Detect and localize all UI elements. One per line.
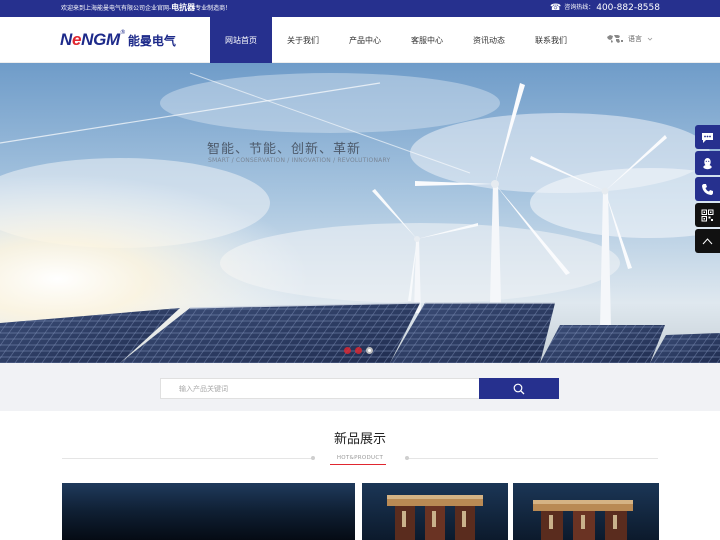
carousel-dot-1[interactable] xyxy=(344,347,351,354)
banner-scene-wind-solar xyxy=(0,63,720,363)
site-logo[interactable]: NeNGM ® 能曼电气 xyxy=(60,29,176,52)
section-accent-line xyxy=(330,464,386,465)
world-map-icon xyxy=(607,35,623,43)
back-to-top-button[interactable] xyxy=(695,229,720,253)
section-title-new-products: 新品展示 xyxy=(333,432,386,447)
welcome-highlight[interactable]: 电抗器 xyxy=(171,3,195,12)
header: NeNGM ® 能曼电气 网站首页 关于我们 产品中心 客服中心 资讯动态 联系… xyxy=(0,17,720,63)
side-toolbar xyxy=(695,125,720,255)
welcome-text: 欢迎来到上海能曼电气有限公司企业官网-电抗器专业制造商！ xyxy=(61,3,231,14)
hotline: ☎ 咨询热线： 400-882-8558 xyxy=(550,2,660,14)
product-image-dark xyxy=(62,483,355,540)
section-subtitle: HOT&PRODUCT xyxy=(336,455,384,461)
search-icon xyxy=(513,383,525,394)
carousel-dots xyxy=(344,347,377,354)
nav-item-products[interactable]: 产品中心 xyxy=(334,17,396,63)
banner-slogan-english: SMART / CONSERVATION / INNOVATION / REVO… xyxy=(208,157,391,164)
product-card-featured[interactable] xyxy=(62,483,355,540)
nav-item-about[interactable]: 关于我们 xyxy=(272,17,334,63)
hotline-label: 咨询热线： xyxy=(564,4,595,11)
carousel-dot-3-active[interactable] xyxy=(366,347,373,354)
main-nav: 网站首页 关于我们 产品中心 客服中心 资讯动态 联系我们 xyxy=(210,17,582,63)
product-card-reactor-1[interactable] xyxy=(362,483,508,540)
telephone-icon: ☎ xyxy=(550,3,562,13)
top-bar: 欢迎来到上海能曼电气有限公司企业官网-电抗器专业制造商！ ☎ 咨询热线： 400… xyxy=(0,0,720,17)
qrcode-button[interactable] xyxy=(695,203,720,227)
qq-chat-button[interactable] xyxy=(695,151,720,175)
phone-button[interactable] xyxy=(695,177,720,201)
banner-slogan: 智能、节能、创新、革新 xyxy=(207,142,362,157)
hotline-number: 400-882-8558 xyxy=(596,3,660,13)
logo-chinese-name: 能曼电气 xyxy=(127,34,176,48)
qq-icon xyxy=(703,157,712,169)
product-card-reactor-2[interactable] xyxy=(513,483,659,540)
back-to-top-icon xyxy=(702,237,713,244)
logo-registered-mark: ® xyxy=(119,29,126,36)
logo-wordmark: NeNGM xyxy=(60,30,120,49)
welcome-prefix: 欢迎来到上海能曼电气有限公司企业官网- xyxy=(61,5,172,12)
carousel-dot-2[interactable] xyxy=(355,347,362,354)
search-button[interactable] xyxy=(479,378,559,399)
message-icon xyxy=(702,132,713,143)
chevron-down-icon xyxy=(647,37,653,41)
hero-banner[interactable]: 智能、节能、创新、革新 SMART / CONSERVATION / INNOV… xyxy=(0,63,720,363)
nav-item-home[interactable]: 网站首页 xyxy=(210,17,272,63)
qrcode-icon xyxy=(701,209,714,221)
phone-icon xyxy=(702,183,713,195)
language-selector[interactable]: 语言 xyxy=(606,34,653,44)
nav-item-contact[interactable]: 联系我们 xyxy=(520,17,582,63)
search-band xyxy=(0,363,720,411)
online-message-button[interactable] xyxy=(695,125,720,149)
product-image-reactor xyxy=(513,483,659,540)
product-image-reactor xyxy=(362,483,508,540)
product-search-input[interactable] xyxy=(160,378,480,399)
welcome-suffix: 专业制造商！ xyxy=(195,5,232,12)
nav-item-service[interactable]: 客服中心 xyxy=(396,17,458,63)
nav-item-news[interactable]: 资讯动态 xyxy=(458,17,520,63)
language-label: 语言 xyxy=(628,35,642,43)
